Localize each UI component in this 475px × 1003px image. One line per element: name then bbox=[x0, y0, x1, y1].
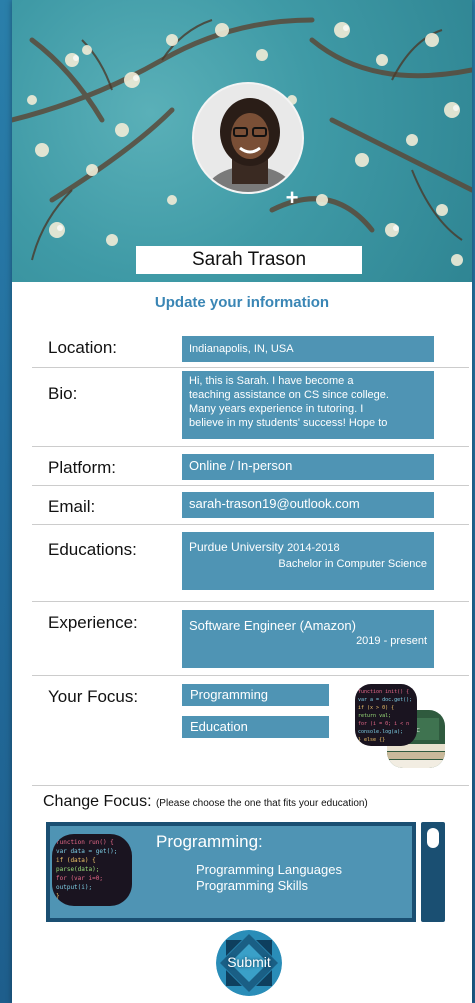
education-school: Purdue University bbox=[189, 540, 284, 554]
divider bbox=[32, 367, 469, 368]
svg-text:var a = doc.get();: var a = doc.get(); bbox=[358, 697, 412, 703]
svg-text:function run() {: function run() { bbox=[56, 839, 114, 846]
svg-text:for (i = 0; i < n: for (i = 0; i < n bbox=[358, 721, 409, 727]
bio-field[interactable]: Hi, this is Sarah. I have become a teach… bbox=[182, 371, 434, 439]
education-degree: Bachelor in Computer Science bbox=[278, 558, 427, 570]
bio-label: Bio: bbox=[48, 384, 78, 403]
bio-line: teaching assistance on CS since college. bbox=[189, 389, 389, 401]
experience-label: Experience: bbox=[48, 613, 138, 632]
section-title: Update your information bbox=[154, 294, 330, 311]
svg-text:function init() {: function init() { bbox=[358, 689, 409, 695]
profile-screen: + Sarah Trason Update your information L… bbox=[12, 0, 472, 1003]
email-label: Email: bbox=[48, 497, 96, 516]
focus-selector-panel[interactable]: function run() { var data = get(); if (d… bbox=[46, 822, 416, 922]
scrollbar-thumb[interactable] bbox=[427, 828, 439, 848]
experience-field[interactable]: Software Engineer (Amazon) 2019 - presen… bbox=[182, 610, 434, 668]
location-label: Location: bbox=[48, 338, 117, 357]
email-field[interactable]: sarah-trason19@outlook.com bbox=[182, 492, 434, 518]
svg-text:console.log(a);: console.log(a); bbox=[358, 729, 403, 735]
svg-text:return val;: return val; bbox=[358, 713, 391, 719]
focus-item-programming[interactable]: Programming bbox=[182, 684, 329, 706]
plus-icon[interactable]: + bbox=[282, 187, 302, 209]
divider bbox=[32, 524, 469, 525]
svg-text:if (data) {: if (data) { bbox=[56, 857, 96, 864]
programming-code-image: function init() { var a = doc.get(); if … bbox=[355, 684, 417, 746]
change-focus-title: Change Focus: bbox=[43, 793, 152, 810]
header-background: + Sarah Trason bbox=[12, 0, 472, 282]
submit-button[interactable]: Submit bbox=[216, 930, 282, 996]
svg-text:}: } bbox=[56, 893, 60, 900]
divider bbox=[32, 601, 469, 602]
svg-text:} else {}: } else {} bbox=[358, 737, 385, 743]
svg-text:parse(data);: parse(data); bbox=[56, 866, 99, 873]
person-photo bbox=[194, 84, 302, 192]
programming-code-image: function run() { var data = get(); if (d… bbox=[52, 834, 132, 906]
svg-text:for (var i=0;: for (var i=0; bbox=[56, 875, 103, 882]
svg-text:output(i);: output(i); bbox=[56, 884, 92, 891]
profile-avatar[interactable] bbox=[192, 82, 304, 194]
change-focus-label: Change Focus: (Please choose the one tha… bbox=[43, 793, 368, 811]
experience-period: 2019 - present bbox=[356, 635, 427, 647]
svg-text:var data = get();: var data = get(); bbox=[56, 848, 117, 855]
bio-line: Many years experience in tutoring. I bbox=[189, 403, 364, 415]
platform-label: Platform: bbox=[48, 458, 117, 477]
education-label: Educations: bbox=[48, 540, 137, 559]
focus-option-item: Programming Skills bbox=[196, 878, 308, 893]
bio-line: believe in my students' success! Hope to bbox=[189, 417, 388, 429]
focus-option-title: Programming: bbox=[156, 832, 263, 851]
focus-scrollbar[interactable] bbox=[421, 822, 445, 922]
focus-option-item: Programming Languages bbox=[196, 862, 342, 877]
focus-item-education[interactable]: Education bbox=[182, 716, 329, 738]
platform-field[interactable]: Online / In-person bbox=[182, 454, 434, 480]
divider bbox=[32, 485, 469, 486]
experience-role: Software Engineer (Amazon) bbox=[189, 618, 356, 633]
location-field[interactable]: Indianapolis, IN, USA bbox=[182, 336, 434, 362]
divider bbox=[32, 785, 469, 786]
submit-label: Submit bbox=[227, 954, 271, 970]
focus-option-programming[interactable]: function run() { var data = get(); if (d… bbox=[50, 826, 412, 918]
divider bbox=[32, 675, 469, 676]
change-focus-hint: (Please choose the one that fits your ed… bbox=[155, 798, 368, 809]
divider bbox=[32, 446, 469, 447]
education-years: 2014-2018 bbox=[287, 542, 340, 554]
profile-name[interactable]: Sarah Trason bbox=[136, 246, 362, 274]
education-field[interactable]: Purdue University 2014-2018 Bachelor in … bbox=[182, 532, 434, 590]
bio-line: Hi, this is Sarah. I have become a bbox=[189, 375, 354, 387]
svg-text:if (x > 0) {: if (x > 0) { bbox=[358, 705, 394, 711]
focus-label: Your Focus: bbox=[48, 687, 139, 706]
